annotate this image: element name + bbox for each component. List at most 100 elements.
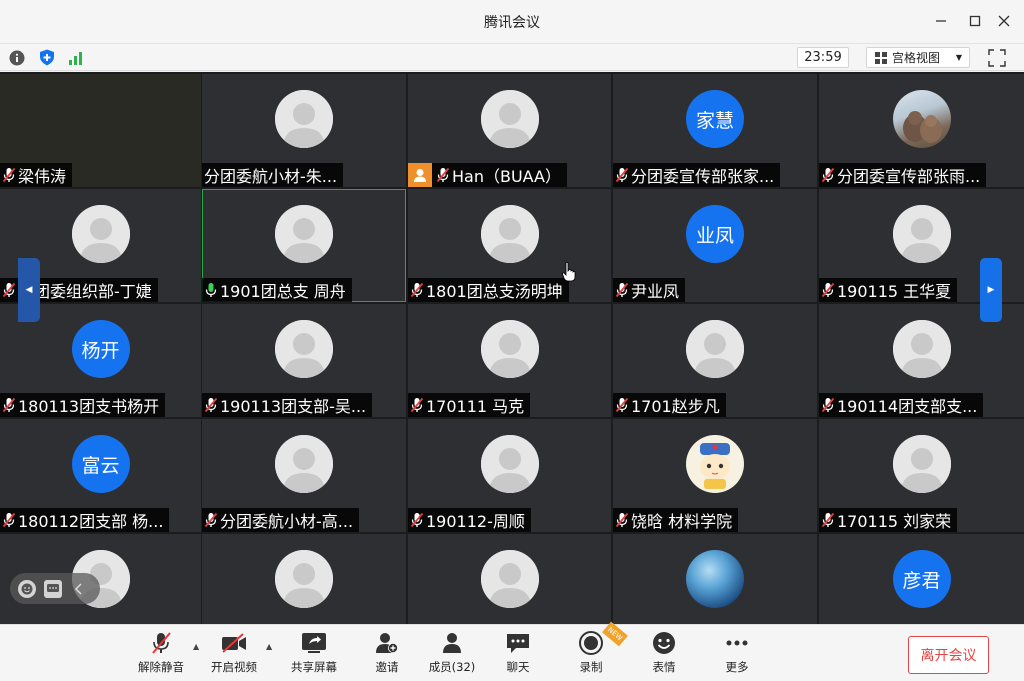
participant-nameplate: 1801团总支汤明坤 [408, 278, 569, 302]
participant-nameplate: 1701赵步凡 [613, 393, 726, 417]
participant-name: 190112-周顺 [426, 512, 525, 531]
video-options-caret[interactable]: ▲ [266, 642, 272, 651]
close-icon[interactable] [991, 8, 1017, 34]
participant-tile[interactable]: 梁伟涛 [0, 74, 201, 187]
participant-nameplate: 190115 王华夏 [819, 278, 958, 302]
avatar-initials: 富云 [71, 435, 130, 493]
participant-nameplate: 尹业凤 [613, 278, 686, 302]
participant-name: 分团委航小材-高... [220, 512, 354, 531]
participant-name: 分团委宣传部张家... [631, 167, 775, 186]
participant-tile[interactable]: 分团委宣传部张雨... [819, 74, 1024, 187]
record-icon [578, 630, 604, 656]
default-avatar-icon [480, 435, 539, 493]
reactions-button[interactable]: 表情 [632, 630, 696, 678]
participant-name: 梁伟涛 [18, 167, 67, 186]
muted-mic-icon [2, 397, 16, 413]
fullscreen-icon[interactable] [988, 49, 1006, 67]
participant-tile[interactable]: 家慧分团委宣传部张家... [613, 74, 817, 187]
participant-name: 1901团总支 周舟 [220, 282, 346, 301]
chat-label: 聊天 [506, 660, 530, 674]
participant-tile[interactable]: Han（BUAA） [408, 74, 611, 187]
muted-mic-icon [821, 512, 835, 528]
chat-button[interactable]: 聊天 [486, 630, 550, 678]
window-title: 腾讯会议 [484, 15, 540, 31]
reactions-label: 表情 [652, 660, 676, 674]
next-page-button[interactable]: ▶ [980, 258, 1002, 322]
muted-mic-icon [821, 167, 835, 183]
members-button[interactable]: 成员(32) [420, 630, 484, 678]
participant-nameplate: 190113团支部-吴... [202, 393, 373, 417]
participant-nameplate: 190112-周顺 [408, 508, 531, 532]
muted-mic-icon [436, 167, 450, 183]
participant-tile[interactable]: 分团委航小材-高... [202, 419, 406, 532]
chevron-down-icon: ▼ [955, 53, 962, 62]
participant-name: 1801团总支汤明坤 [426, 282, 563, 301]
participant-nameplate: 170111 马克 [408, 393, 531, 417]
participant-name: 1701赵步凡 [631, 397, 720, 416]
collapse-chevron-icon[interactable] [70, 580, 88, 598]
participant-nameplate: 分团委宣传部张雨... [819, 163, 987, 187]
muted-mic-icon [410, 397, 424, 413]
participant-nameplate: 分团委航小材-高... [202, 508, 360, 532]
emoji-icon[interactable] [18, 579, 36, 598]
more-button[interactable]: 更多 [705, 630, 769, 678]
unmute-button[interactable]: 解除静音 [129, 630, 193, 678]
participant-tile[interactable]: 190113团支部-吴... [202, 304, 406, 417]
avatar-initials: 家慧 [686, 90, 744, 148]
default-avatar-icon [480, 90, 539, 148]
participant-tile[interactable]: 业凤 尹业凤 [613, 189, 817, 302]
muted-mic-icon [821, 397, 835, 413]
invite-user-icon [374, 630, 400, 656]
muted-mic-icon [410, 282, 424, 298]
bottom-control-bar: 解除静音 ▲ 开启视频 ▲ 共享屏幕 邀请 成员(32) 聊天 录制 表情 更多 [0, 624, 1024, 681]
default-avatar-icon [275, 550, 333, 608]
meeting-toolbar: 23:59 宫格视图 ▼ [0, 43, 1024, 71]
title-bar: 腾讯会议 [0, 0, 1024, 43]
minimize-icon[interactable] [928, 8, 954, 34]
avatar-photo [892, 90, 951, 148]
muted-mic-icon [615, 167, 629, 183]
more-dots-icon [724, 630, 750, 656]
participant-tile[interactable]: 170111 马克 [408, 304, 611, 417]
participant-tile[interactable]: 富云 180112团支部 杨... [0, 419, 201, 532]
floating-quick-bar [10, 573, 100, 604]
participant-name: Han（BUAA） [452, 167, 562, 186]
participant-tile[interactable]: 分团委航小材-朱... [202, 74, 406, 187]
prev-page-button[interactable]: ◀ [18, 258, 40, 322]
start-video-label: 开启视频 [211, 660, 257, 674]
participant-name: 190113团支部-吴... [220, 397, 367, 416]
default-avatar-icon [892, 205, 951, 263]
participant-nameplate: Han（BUAA） [408, 163, 568, 187]
chat-bubble-icon[interactable] [44, 579, 62, 598]
share-screen-label: 共享屏幕 [291, 660, 337, 674]
participant-tile[interactable]: 1701赵步凡 [613, 304, 817, 417]
members-label: 成员(32) [428, 660, 476, 674]
leave-meeting-button[interactable]: 离开会议 [908, 636, 989, 674]
avatar-initials: 杨开 [71, 320, 130, 378]
info-icon[interactable] [8, 49, 25, 66]
muted-mic-icon [615, 397, 629, 413]
security-shield-icon[interactable] [38, 49, 55, 66]
view-mode-dropdown[interactable]: 宫格视图 ▼ [866, 47, 970, 68]
share-screen-button[interactable]: 共享屏幕 [282, 630, 346, 678]
signal-strength-icon[interactable] [67, 49, 84, 66]
participant-tile[interactable]: 饶晗 材料学院 [613, 419, 817, 532]
maximize-icon[interactable] [962, 8, 988, 34]
muted-mic-icon [821, 282, 835, 298]
grid-view-icon [875, 51, 887, 64]
participant-nameplate: 分团委航小材-朱... [202, 163, 344, 187]
participant-name: 170115 刘家荣 [837, 512, 952, 531]
participant-tile[interactable]: 1901团总支 周舟 [202, 189, 406, 302]
smiley-icon [651, 630, 677, 656]
muted-mic-icon [615, 512, 629, 528]
invite-button[interactable]: 邀请 [355, 630, 419, 678]
participant-nameplate: 分团委宣传部张家... [613, 163, 781, 187]
participant-name: 190114团支部支... [837, 397, 978, 416]
participant-tile[interactable]: 1801团总支汤明坤 [408, 189, 611, 302]
audio-options-caret[interactable]: ▲ [193, 642, 199, 651]
start-video-button[interactable]: 开启视频 [202, 630, 266, 678]
participant-tile[interactable]: 190112-周顺 [408, 419, 611, 532]
default-avatar-icon [275, 90, 333, 148]
participant-tile[interactable]: 170115 刘家荣 [819, 419, 1024, 532]
muted-mic-icon [204, 512, 218, 528]
